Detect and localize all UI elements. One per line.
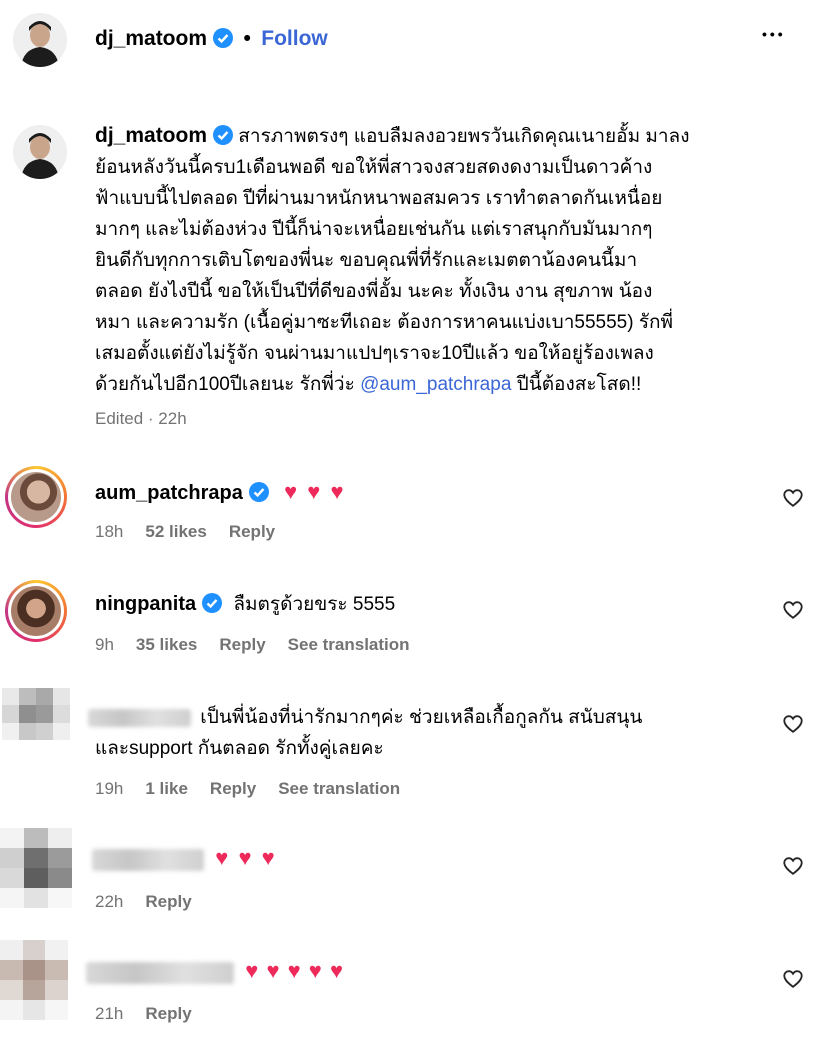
see-translation-button[interactable]: See translation: [278, 779, 400, 798]
like-comment-heart-icon[interactable]: [782, 713, 804, 735]
verified-badge-icon: [213, 28, 234, 48]
caption-text-line: สารภาพตรงๆ แอบลืมลงอวยพรวันเกิดคุณเนายอั…: [238, 126, 690, 147]
commenter-avatar[interactable]: [5, 580, 67, 642]
profile-photo-icon: [13, 125, 67, 179]
reply-button[interactable]: Reply: [145, 1004, 191, 1023]
like-comment-heart-icon[interactable]: [782, 599, 804, 621]
post-author-avatar[interactable]: [13, 125, 67, 179]
heart-emoji-icon: ♥ ♥ ♥ ♥ ♥: [245, 958, 345, 983]
caption-text-line: ยินดีกับทุกการเติบโตของพี่นะ ขอบคุณพี่ที…: [95, 250, 638, 271]
comment-meta: 19h 1 like Reply See translation: [95, 779, 422, 799]
caption-text-line: ย้อนหลังวันนี้ครบ1เดือนพอดี ขอให้พี่สาวจ…: [95, 157, 653, 178]
comment-time: 21h: [95, 1004, 124, 1023]
header-username[interactable]: dj_matoom: [95, 27, 207, 50]
profile-photo-icon: [13, 13, 67, 67]
blurred-username: [86, 961, 234, 984]
verified-badge-icon: [202, 593, 223, 613]
comment-time: 18h: [95, 522, 124, 541]
more-options-button[interactable]: •••: [762, 26, 786, 42]
blurred-username: [92, 848, 204, 871]
comment-meta: 22h Reply: [95, 892, 214, 912]
profile-photo-icon: [11, 472, 61, 522]
comment-text: เป็นพี่น้องที่น่ารักมากๆค่ะ ช่วยเหลือเกื…: [200, 707, 643, 728]
caption-text-line: มากๆ และไม่ต้องห่วง ปีนี้ก็น่าจะเหนื่อยเ…: [95, 219, 653, 240]
heart-emoji-icon: ♥ ♥ ♥: [284, 479, 346, 504]
follow-button[interactable]: Follow: [261, 27, 328, 50]
caption-line: dj_matoom สารภาพตรงๆ แอบลืมลงอวยพรวันเกิ…: [95, 120, 795, 152]
caption-text-line: หมา และความรัก (เนื้อคู่มาซะทีเถอะ ต้องก…: [95, 312, 674, 333]
like-comment-heart-icon[interactable]: [782, 487, 804, 509]
blurred-avatar[interactable]: [0, 940, 68, 1020]
comment-likes[interactable]: 35 likes: [136, 635, 197, 654]
comment-time: 22h: [95, 892, 124, 911]
comment-row: เป็นพี่น้องที่น่ารักมากๆค่ะ ช่วยเหลือเกื…: [88, 702, 642, 733]
caption-last-line: ด้วยกันไปอีก100ปีเลยนะ รักพี่ว่ะ @aum_pa…: [95, 369, 795, 400]
comment-meta: 21h Reply: [95, 1004, 214, 1024]
blurred-avatar[interactable]: [0, 828, 72, 908]
comment-meta: 18h 52 likes Reply: [95, 522, 297, 542]
caption-text-line: เสมอตั้งแต่ยังไม่รู้จัก จนผ่านมาแปปๆเราจ…: [95, 343, 654, 364]
reply-button[interactable]: Reply: [210, 779, 256, 798]
see-translation-button[interactable]: See translation: [288, 635, 410, 654]
like-comment-heart-icon[interactable]: [782, 968, 804, 990]
mention-link[interactable]: @aum_patchrapa: [360, 374, 511, 395]
comment-text-line: และsupport กันตลอด รักทั้งคู่เลยคะ: [95, 738, 384, 759]
caption-text-line: ด้วยกันไปอีก100ปีเลยนะ รักพี่ว่ะ: [95, 374, 355, 395]
comment-text: ลืมตรูด้วยขระ 5555: [233, 594, 396, 615]
header-separator: •: [243, 27, 251, 50]
caption-tail: ปีนี้ต้องสะโสด!!: [516, 374, 642, 395]
comment-username[interactable]: ningpanita: [95, 593, 196, 615]
comment-username[interactable]: aum_patchrapa: [95, 482, 243, 504]
blurred-avatar[interactable]: [2, 688, 70, 740]
comment-likes[interactable]: 52 likes: [145, 522, 206, 541]
comment-row: ningpanita ลืมตรูด้วยขระ 5555: [95, 589, 395, 620]
verified-badge-icon: [248, 482, 269, 502]
blurred-username: [88, 708, 191, 727]
like-comment-heart-icon[interactable]: [782, 855, 804, 877]
comment-time: 19h: [95, 779, 124, 798]
comment-likes[interactable]: 1 like: [145, 779, 188, 798]
comment-meta: 9h 35 likes Reply See translation: [95, 635, 432, 655]
comment-row: ♥ ♥ ♥ ♥ ♥: [86, 955, 344, 988]
caption-text-line: ฟ้าแบบนี้ไปตลอด ปีที่ผ่านมาหนักหนาพอสมคว…: [95, 188, 663, 209]
post-caption: dj_matoom สารภาพตรงๆ แอบลืมลงอวยพรวันเกิ…: [95, 120, 795, 400]
comment-row: aum_patchrapa ♥ ♥ ♥: [95, 476, 346, 509]
reply-button[interactable]: Reply: [219, 635, 265, 654]
comment-row: ♥ ♥ ♥: [92, 842, 277, 875]
header-avatar[interactable]: [13, 13, 67, 67]
reply-button[interactable]: Reply: [145, 892, 191, 911]
comment-time: 9h: [95, 635, 114, 654]
profile-photo-icon: [11, 586, 61, 636]
heart-emoji-icon: ♥ ♥ ♥: [215, 845, 277, 870]
caption-text-line: ตลอด ยังไงปีนี้ ขอให้เป็นปีที่ดีของพี่อั…: [95, 281, 653, 302]
post-edited-time: Edited · 22h: [95, 409, 187, 428]
commenter-avatar[interactable]: [5, 466, 67, 528]
post-username[interactable]: dj_matoom: [95, 124, 207, 147]
reply-button[interactable]: Reply: [229, 522, 275, 541]
verified-badge-icon: [213, 125, 234, 145]
header-user-row: dj_matoom • Follow: [95, 27, 328, 51]
